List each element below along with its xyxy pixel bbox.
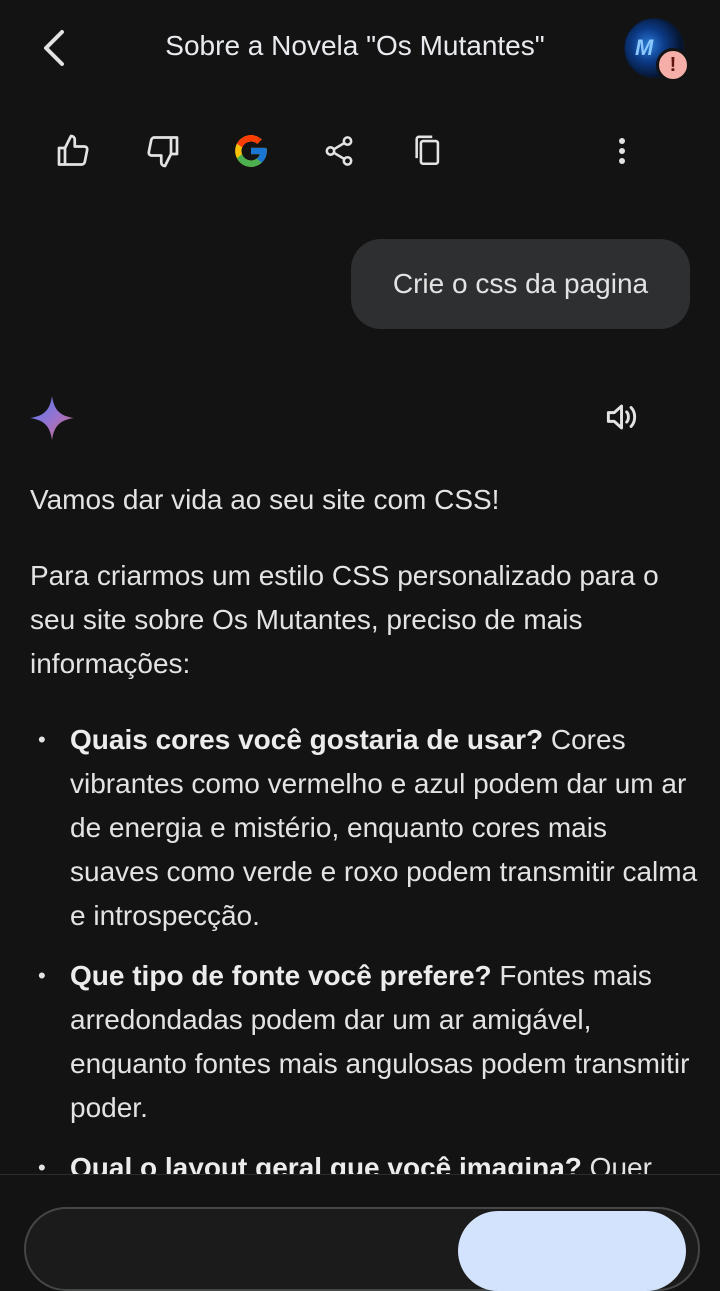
google-g-icon [235,135,267,167]
more-options-button[interactable] [599,128,645,174]
dislike-button[interactable] [139,128,185,174]
share-button[interactable] [316,128,362,174]
share-icon [325,136,353,166]
thumbs-up-icon [57,134,89,166]
copy-button[interactable] [405,128,451,174]
more-vert-icon [619,138,625,164]
account-avatar[interactable]: M ! [624,18,690,82]
bullet-question: Quais cores você gostaria de usar? [70,724,544,755]
conversation-title: Sobre a Novela "Os Mutantes" [165,30,545,61]
arrow-back-icon [44,30,64,66]
bullet-question: Que tipo de fonte você prefere? [70,960,492,991]
speaker-icon [606,404,637,430]
copy-icon [415,135,440,166]
bottom-input-area [0,1174,720,1291]
thumbs-down-icon [147,136,179,168]
top-app-bar: Sobre a Novela "Os Mutantes" M ! [0,0,720,96]
mic-button[interactable] [458,1211,686,1291]
list-item: Quais cores você gostaria de usar? Cores… [30,718,700,938]
back-button[interactable] [30,22,76,74]
user-message-text: Crie o css da pagina [392,268,649,299]
like-button[interactable] [51,128,97,174]
response-paragraph: Para criarmos um estilo CSS personalizad… [30,560,659,679]
gemini-sparkle-icon [30,396,74,440]
assistant-response: Vamos dar vida ao seu site com CSS! Para… [30,478,700,1206]
response-intro: Vamos dar vida ao seu site com CSS! [30,484,500,515]
read-aloud-button[interactable] [600,394,646,440]
user-message-bubble: Crie o css da pagina [351,239,690,329]
response-bullet-list: Quais cores você gostaria de usar? Cores… [30,718,700,1190]
bullet-text: Cores vibrantes como vermelho e azul pod… [70,724,698,931]
response-action-bar [0,120,720,182]
google-check-button[interactable] [228,128,274,174]
alert-badge-icon: ! [656,48,690,82]
list-item: Que tipo de fonte você prefere? Fontes m… [30,954,700,1130]
